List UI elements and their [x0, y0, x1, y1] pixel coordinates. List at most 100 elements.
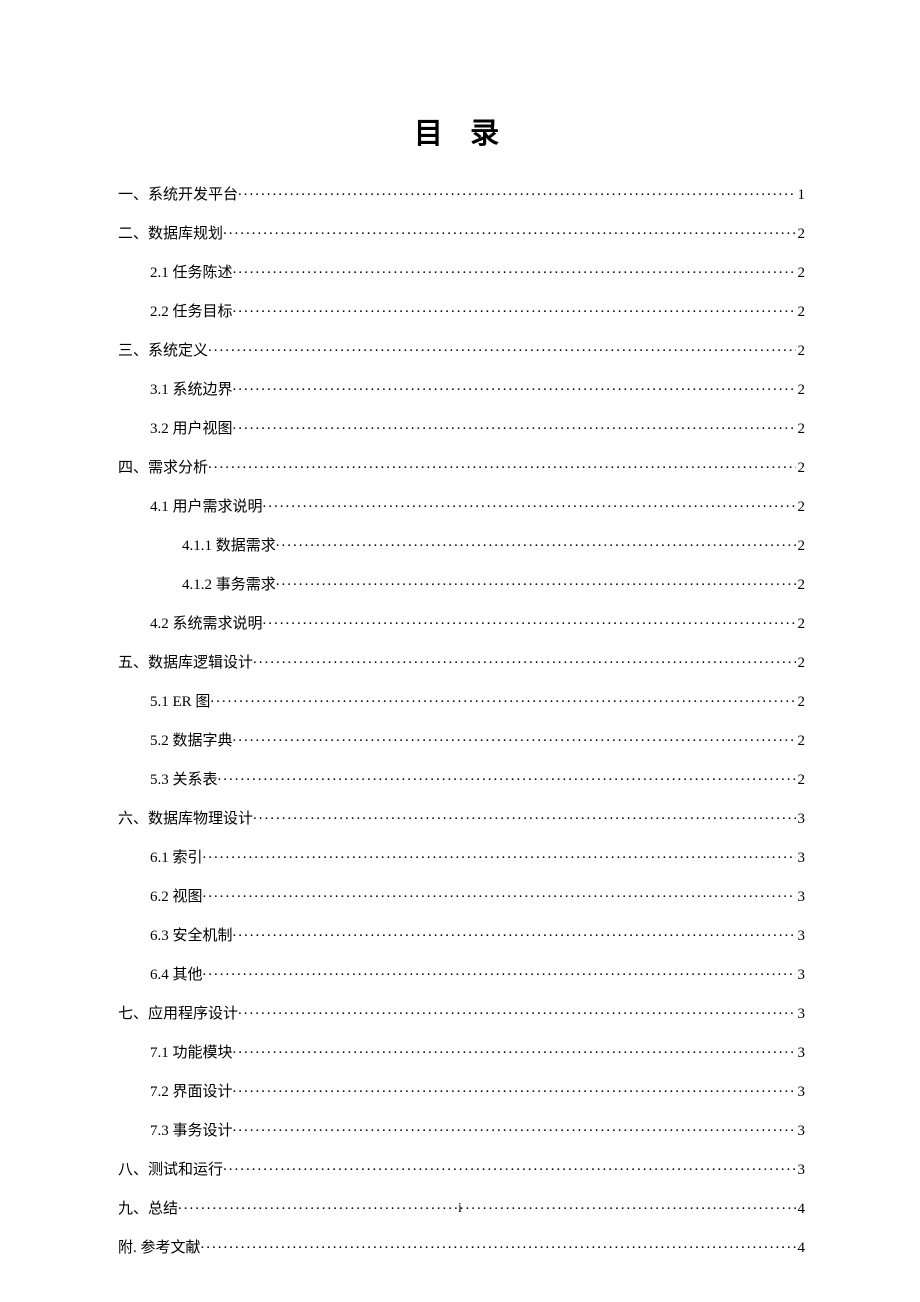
toc-entry: 四、需求分析2	[118, 457, 805, 476]
toc-entry-label: 3.2 用户视图	[150, 422, 233, 437]
toc-leader-dots	[263, 496, 796, 511]
toc-entry-label: 4.1.1 数据需求	[182, 539, 276, 554]
toc-entry-label: 4.2 系统需求说明	[150, 617, 263, 632]
toc-entry: 4.2 系统需求说明 2	[118, 613, 805, 632]
toc-entry-label: 5.2 数据字典	[150, 734, 233, 749]
toc-list: 一、系统开发平台1二、数据库规划22.1 任务陈述22.2 任务目标2三、系统定…	[118, 184, 805, 1256]
toc-entry: 4.1 用户需求说明 2	[118, 496, 805, 515]
toc-entry-page: 2	[796, 695, 806, 710]
toc-entry-page: 2	[796, 461, 806, 476]
toc-leader-dots	[276, 574, 796, 589]
toc-leader-dots	[233, 925, 796, 940]
toc-entry-page: 2	[796, 617, 806, 632]
toc-entry-label: 2.2 任务目标	[150, 305, 233, 320]
toc-entry-page: 3	[796, 929, 806, 944]
toc-entry: 八、测试和运行 3	[118, 1159, 805, 1178]
toc-leader-dots	[223, 223, 795, 238]
toc-entry-label: 附. 参考文献	[118, 1241, 201, 1256]
toc-leader-dots	[233, 301, 796, 316]
toc-entry-label: 4.1 用户需求说明	[150, 500, 263, 515]
toc-entry-label: 3.1 系统边界	[150, 383, 233, 398]
toc-entry-label: 5.3 关系表	[150, 773, 218, 788]
toc-entry-page: 2	[796, 578, 806, 593]
toc-entry: 6.1 索引3	[118, 847, 805, 866]
toc-entry-label: 2.1 任务陈述	[150, 266, 233, 281]
toc-entry-label: 一、系统开发平台	[118, 188, 238, 203]
toc-entry: 7.3 事务设计3	[118, 1120, 805, 1139]
toc-entry-label: 7.2 界面设计	[150, 1085, 233, 1100]
toc-leader-dots	[208, 457, 795, 472]
toc-entry: 二、数据库规划 2	[118, 223, 805, 242]
toc-leader-dots	[238, 1003, 795, 1018]
toc-entry: 7.1 功能模块 3	[118, 1042, 805, 1061]
toc-entry-page: 3	[796, 851, 806, 866]
toc-entry: 3.2 用户视图 2	[118, 418, 805, 437]
toc-entry-label: 7.1 功能模块	[150, 1046, 233, 1061]
toc-title: 目 录	[118, 110, 805, 152]
toc-entry-page: 4	[796, 1241, 806, 1256]
toc-leader-dots	[233, 262, 796, 277]
toc-leader-dots	[233, 418, 796, 433]
toc-leader-dots	[203, 847, 796, 862]
toc-entry-page: 3	[796, 1046, 806, 1061]
toc-entry-label: 五、数据库逻辑设计	[118, 656, 253, 671]
toc-entry: 7.2 界面设计 3	[118, 1081, 805, 1100]
toc-entry-page: 2	[796, 383, 806, 398]
toc-leader-dots	[253, 808, 795, 823]
toc-entry-page: 2	[796, 539, 806, 554]
toc-entry: 六、数据库物理设计 3	[118, 808, 805, 827]
toc-entry: 5.2 数据字典2	[118, 730, 805, 749]
toc-entry: 4.1.2 事务需求 2	[118, 574, 805, 593]
page-number: i	[0, 1201, 920, 1217]
toc-entry-page: 3	[796, 968, 806, 983]
toc-entry-label: 七、应用程序设计	[118, 1007, 238, 1022]
toc-leader-dots	[276, 535, 796, 550]
toc-entry: 3.1 系统边界 2	[118, 379, 805, 398]
toc-leader-dots	[263, 613, 796, 628]
toc-entry-page: 2	[796, 422, 806, 437]
toc-leader-dots	[233, 379, 796, 394]
toc-leader-dots	[233, 1042, 796, 1057]
toc-entry-label: 六、数据库物理设计	[118, 812, 253, 827]
toc-leader-dots	[203, 886, 796, 901]
toc-entry-label: 三、系统定义	[118, 344, 208, 359]
toc-leader-dots	[218, 769, 796, 784]
toc-entry-page: 3	[796, 1085, 806, 1100]
toc-entry-page: 1	[796, 188, 806, 203]
toc-leader-dots	[210, 691, 795, 706]
toc-entry-page: 3	[796, 1007, 806, 1022]
toc-entry-label: 八、测试和运行	[118, 1163, 223, 1178]
toc-leader-dots	[238, 184, 795, 199]
toc-entry-page: 3	[796, 812, 806, 827]
toc-entry-label: 二、数据库规划	[118, 227, 223, 242]
toc-leader-dots	[233, 730, 796, 745]
toc-entry: 2.2 任务目标 2	[118, 301, 805, 320]
toc-entry-label: 4.1.2 事务需求	[182, 578, 276, 593]
toc-entry-page: 2	[796, 227, 806, 242]
toc-entry: 6.2 视图3	[118, 886, 805, 905]
toc-entry-page: 2	[796, 656, 806, 671]
toc-entry-label: 6.4 其他	[150, 968, 203, 983]
toc-entry: 附. 参考文献 4	[118, 1237, 805, 1256]
toc-leader-dots	[233, 1120, 796, 1135]
toc-entry: 4.1.1 数据需求 2	[118, 535, 805, 554]
toc-leader-dots	[201, 1237, 796, 1252]
toc-leader-dots	[208, 340, 795, 355]
toc-entry: 6.4 其他 3	[118, 964, 805, 983]
toc-leader-dots	[253, 652, 795, 667]
toc-entry: 三、系统定义 2	[118, 340, 805, 359]
toc-entry-label: 6.2 视图	[150, 890, 203, 905]
toc-entry-page: 2	[796, 500, 806, 515]
toc-entry-page: 2	[796, 773, 806, 788]
toc-entry-page: 2	[796, 305, 806, 320]
toc-entry-page: 2	[796, 266, 806, 281]
toc-entry-label: 5.1 ER 图	[150, 695, 210, 710]
toc-leader-dots	[203, 964, 796, 979]
toc-entry: 五、数据库逻辑设计 2	[118, 652, 805, 671]
toc-entry: 5.1 ER 图 2	[118, 691, 805, 710]
toc-entry-page: 2	[796, 344, 806, 359]
toc-entry: 5.3 关系表 2	[118, 769, 805, 788]
toc-entry-page: 3	[796, 1163, 806, 1178]
toc-entry: 2.1 任务陈述 2	[118, 262, 805, 281]
toc-entry: 七、应用程序设计 3	[118, 1003, 805, 1022]
